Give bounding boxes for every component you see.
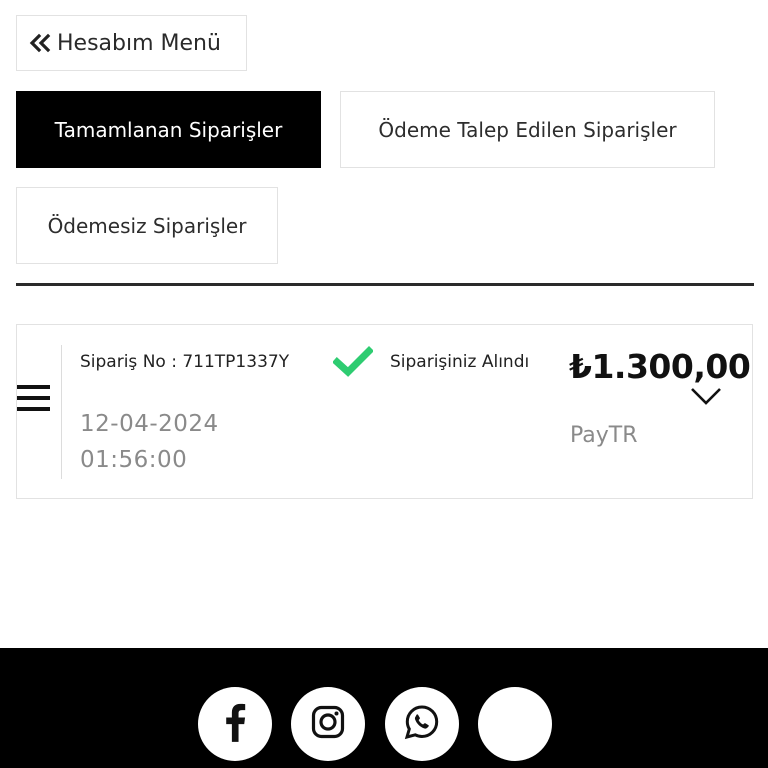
back-button-label: Hesabım Menü [57, 30, 221, 56]
tab-payment-requested-orders[interactable]: Ödeme Talep Edilen Siparişler [340, 91, 715, 168]
tab-label: Tamamlanan Siparişler [54, 117, 283, 142]
double-chevron-left-icon [29, 32, 51, 54]
check-icon [332, 345, 374, 379]
instagram-link[interactable] [291, 687, 365, 761]
facebook-icon [218, 702, 252, 746]
order-time: 01:56:00 [80, 447, 188, 473]
order-status: Siparişiniz Alındı [390, 352, 530, 372]
chevron-down-icon[interactable] [689, 385, 723, 407]
instagram-icon [311, 705, 345, 743]
social-link-placeholder[interactable] [478, 687, 552, 761]
payment-method: PayTR [570, 423, 638, 448]
section-divider [16, 283, 754, 286]
tab-label: Ödeme Talep Edilen Siparişler [378, 117, 677, 142]
order-price: ₺1.300,00 [569, 347, 751, 386]
footer [0, 648, 768, 768]
order-card: Sipariş No : 711TP1337Y 12-04-2024 01:56… [16, 324, 753, 499]
whatsapp-icon [404, 704, 440, 744]
whatsapp-link[interactable] [385, 687, 459, 761]
tab-completed-orders[interactable]: Tamamlanan Siparişler [16, 91, 321, 168]
hamburger-menu-icon[interactable] [17, 381, 51, 415]
tab-unpaid-orders[interactable]: Ödemesiz Siparişler [16, 187, 278, 264]
account-menu-back-button[interactable]: Hesabım Menü [16, 15, 247, 71]
card-divider [61, 345, 62, 479]
facebook-link[interactable] [198, 687, 272, 761]
order-date: 12-04-2024 [80, 411, 219, 437]
tab-label: Ödemesiz Siparişler [47, 213, 247, 238]
order-number: Sipariş No : 711TP1337Y [80, 352, 290, 372]
